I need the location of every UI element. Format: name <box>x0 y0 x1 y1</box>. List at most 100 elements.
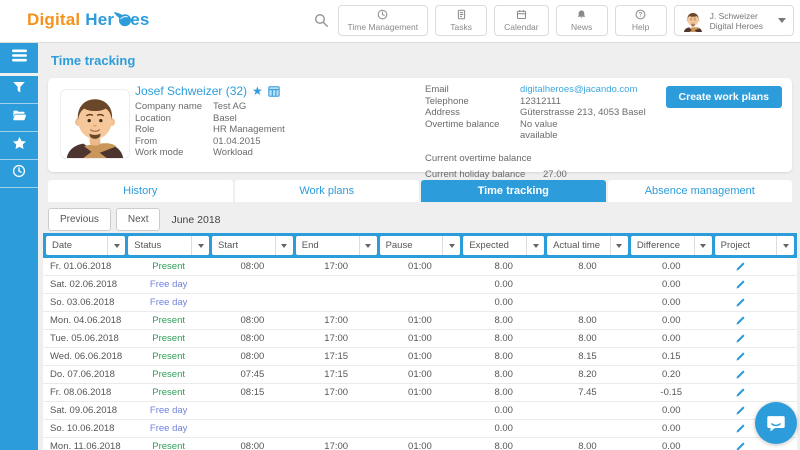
cell-date: So. 10.06.2018 <box>43 420 127 438</box>
dropdown-caret-icon <box>191 236 209 255</box>
table-row: Fr. 08.06.2018Present08:1517:0001:008.00… <box>43 384 797 402</box>
calendar-icon <box>516 9 527 20</box>
cell-project <box>713 330 797 348</box>
menu-icon <box>11 48 28 68</box>
column-filter-status[interactable]: Status <box>128 236 209 255</box>
main-content: Time tracking Josef Schweizer (32) ★ Com… <box>38 42 800 450</box>
table-row: Do. 07.06.2018Present07:4517:1501:008.00… <box>43 366 797 384</box>
cell-end: 17:00 <box>294 258 378 276</box>
star-icon <box>12 136 27 155</box>
sidebar-item-time[interactable] <box>0 160 38 188</box>
column-filter-difference[interactable]: Difference <box>631 236 712 255</box>
email-link[interactable]: digitalheroes@jacando.com <box>520 84 637 96</box>
create-work-plans-button[interactable]: Create work plans <box>666 86 782 108</box>
cell-status: Free day <box>127 294 211 312</box>
cell-status: Present <box>127 384 211 402</box>
field-label: From <box>135 136 213 148</box>
edit-entry-icon[interactable] <box>735 333 746 344</box>
cell-date: Wed. 06.06.2018 <box>43 348 127 366</box>
edit-entry-icon[interactable] <box>735 279 746 290</box>
column-filter-end[interactable]: End <box>296 236 377 255</box>
column-filter-start[interactable]: Start <box>212 236 293 255</box>
nav-help-button[interactable]: ?Help <box>615 5 667 36</box>
tab-history[interactable]: History <box>48 180 233 202</box>
cell-expected: 8.00 <box>462 438 546 450</box>
cell-difference: 0.20 <box>629 366 713 384</box>
app-window: Digital Heres Time ManagementTasks Calend… <box>0 0 800 450</box>
nav-news-button[interactable]: News <box>556 5 608 36</box>
cell-start <box>211 294 295 312</box>
chevron-down-icon <box>778 18 786 23</box>
column-filter-expected[interactable]: Expected <box>463 236 544 255</box>
brand-logo[interactable]: Digital Heres <box>27 10 150 32</box>
nav-button-label: Calendar <box>504 22 539 32</box>
field-label: Address <box>425 107 520 119</box>
edit-entry-icon[interactable] <box>735 369 746 380</box>
nav-tasks-button[interactable]: Tasks <box>435 5 487 36</box>
nav-button-label: News <box>571 22 592 32</box>
tab-bar: HistoryWork plansTime trackingAbsence ma… <box>48 180 792 202</box>
cell-project <box>713 294 797 312</box>
search-icon[interactable] <box>314 13 329 28</box>
edit-entry-icon[interactable] <box>735 297 746 308</box>
employee-field-from: From01.04.2015 <box>135 136 285 148</box>
cell-date: Mon. 11.06.2018 <box>43 438 127 450</box>
cell-actual: 8.00 <box>546 330 630 348</box>
cell-date: Sat. 02.06.2018 <box>43 276 127 294</box>
cell-date: So. 03.06.2018 <box>43 294 127 312</box>
cell-pause <box>378 402 462 420</box>
cell-status: Present <box>127 330 211 348</box>
clock-outline-icon <box>12 164 26 183</box>
edit-entry-icon[interactable] <box>735 387 746 398</box>
edit-entry-icon[interactable] <box>735 441 746 450</box>
edit-entry-icon[interactable] <box>735 315 746 326</box>
user-menu[interactable]: J. Schweizer Digital Heroes <box>674 5 794 36</box>
previous-button[interactable]: Previous <box>48 208 111 231</box>
logo-text-digital: Digital <box>27 10 80 29</box>
sidebar-item-menu[interactable] <box>0 42 38 76</box>
column-filter-project[interactable]: Project <box>715 236 794 255</box>
nav-time-management-button[interactable]: Time Management <box>338 5 429 36</box>
cell-end: 17:00 <box>294 330 378 348</box>
field-value: 12312111 <box>520 96 561 108</box>
next-button[interactable]: Next <box>116 208 161 231</box>
sidebar-item-filter[interactable] <box>0 76 38 104</box>
edit-entry-icon[interactable] <box>735 351 746 362</box>
cell-pause: 01:00 <box>378 312 462 330</box>
edit-entry-icon[interactable] <box>735 261 746 272</box>
nav-calendar-button[interactable]: Calendar <box>494 5 549 36</box>
chat-launcher-button[interactable] <box>755 402 797 444</box>
caret-glyph <box>198 244 204 248</box>
column-filter-date[interactable]: Date <box>46 236 125 255</box>
tab-time-tracking[interactable]: Time tracking <box>421 180 606 202</box>
employee-name[interactable]: Josef Schweizer (32) <box>135 84 247 98</box>
cell-end <box>294 420 378 438</box>
table-row: Mon. 04.06.2018Present08:0017:0001:008.0… <box>43 312 797 330</box>
edit-entry-icon[interactable] <box>735 423 746 434</box>
sidebar-item-favorites[interactable] <box>0 132 38 160</box>
table-row: Mon. 11.06.2018Present08:0017:0001:008.0… <box>43 438 797 450</box>
sidebar-item-documents[interactable] <box>0 104 38 132</box>
column-label: Start <box>212 240 238 251</box>
dropdown-caret-icon <box>107 236 125 255</box>
logo-text-her: Her <box>85 10 114 29</box>
filter-icon <box>12 81 26 99</box>
column-filter-pause[interactable]: Pause <box>380 236 461 255</box>
folder-icon <box>12 109 27 127</box>
column-filter-actual-time[interactable]: Actual time <box>547 236 628 255</box>
tab-work-plans[interactable]: Work plans <box>235 180 420 202</box>
top-header: Digital Heres Time ManagementTasks Calend… <box>0 0 800 43</box>
cell-date: Mon. 04.06.2018 <box>43 312 127 330</box>
caret-glyph <box>365 244 371 248</box>
cell-project <box>713 384 797 402</box>
cell-difference: 0.00 <box>629 258 713 276</box>
profile-table-icon[interactable] <box>268 86 280 97</box>
edit-entry-icon[interactable] <box>735 405 746 416</box>
favorite-star-icon[interactable]: ★ <box>252 85 263 97</box>
tasks-icon <box>456 9 467 20</box>
field-value: HR Management <box>213 124 285 136</box>
tab-absence-management[interactable]: Absence management <box>608 180 793 202</box>
cell-end: 17:00 <box>294 384 378 402</box>
cell-end: 17:15 <box>294 348 378 366</box>
column-header-end: End <box>294 233 378 258</box>
